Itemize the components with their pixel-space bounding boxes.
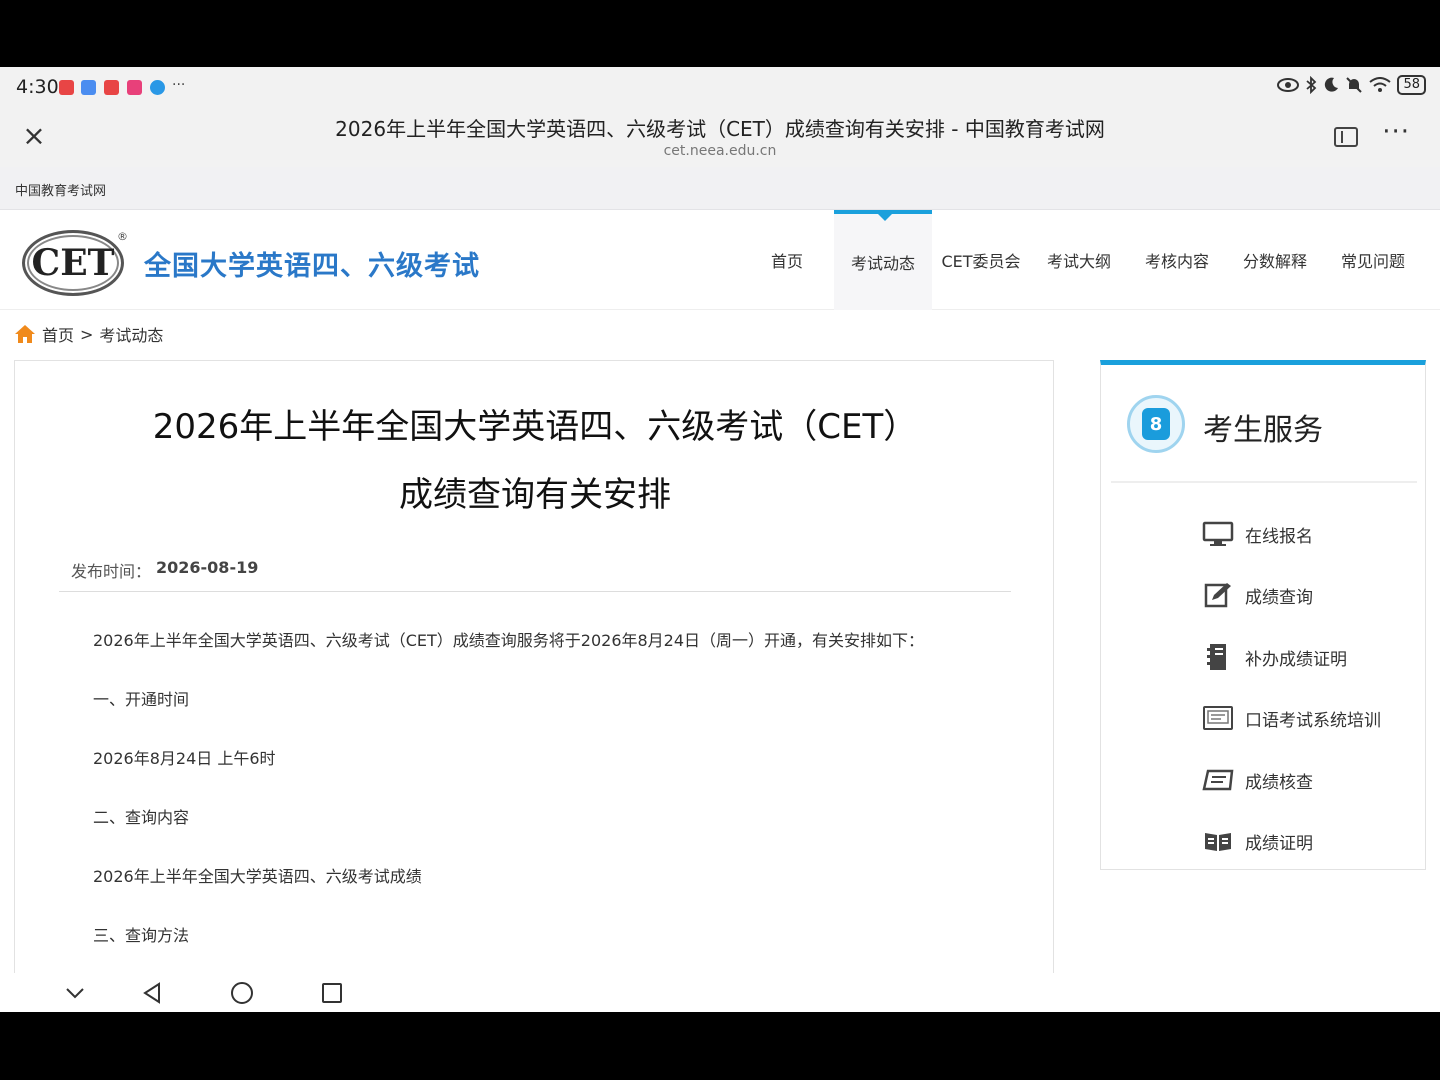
breadcrumb-home[interactable]: 首页 bbox=[42, 322, 74, 346]
browser-url[interactable]: cet.neea.edu.cn bbox=[0, 143, 1440, 159]
article-paragraph: 二、查询内容 bbox=[93, 808, 190, 827]
screen: 4:30 ··· 58 × 2026年上半年全国大学英语四、六级考试（CET）成… bbox=[0, 67, 1440, 1012]
document-icon bbox=[1201, 765, 1235, 795]
notification-icon bbox=[81, 80, 96, 95]
site-header: CET ® 全国大学英语四、六级考试 首页 考试动态 CET委员会 考试大纲 考… bbox=[0, 210, 1440, 310]
nav-item-exam-news[interactable]: 考试动态 bbox=[834, 210, 932, 310]
recents-square-icon bbox=[322, 983, 342, 1003]
more-notifications-icon: ··· bbox=[172, 77, 186, 93]
nav-item-faq[interactable]: 常见问题 bbox=[1324, 210, 1422, 310]
eye-icon bbox=[1277, 78, 1300, 92]
top-strip: 中国教育考试网 bbox=[0, 167, 1440, 210]
screen-icon bbox=[1201, 703, 1235, 733]
home-icon bbox=[15, 325, 35, 343]
mute-icon bbox=[1346, 77, 1363, 93]
chevron-down-icon bbox=[66, 988, 84, 999]
article-panel: 2026年上半年全国大学英语四、六级考试（CET） 成绩查询有关安排 发布时间：… bbox=[14, 360, 1054, 1012]
nav-item-score-explain[interactable]: 分数解释 bbox=[1226, 210, 1324, 310]
article-paragraph: 2026年上半年全国大学英语四、六级考试（CET）成绩查询服务将于2026年8月… bbox=[93, 631, 925, 650]
battery-icon: 58 bbox=[1397, 75, 1426, 95]
service-item-label: 补办成绩证明 bbox=[1245, 649, 1347, 670]
notification-icon bbox=[127, 80, 142, 95]
back-triangle-icon bbox=[143, 982, 160, 1004]
collapse-button[interactable] bbox=[60, 979, 90, 1007]
nav-item-home[interactable]: 首页 bbox=[740, 210, 834, 310]
service-item-label: 口语考试系统培训 bbox=[1245, 710, 1381, 731]
edit-icon bbox=[1201, 580, 1235, 610]
publish-label: 发布时间： bbox=[71, 562, 152, 581]
article-paragraph: 三、查询方法 bbox=[93, 926, 190, 945]
notification-icon bbox=[104, 80, 119, 95]
nav-item-content[interactable]: 考核内容 bbox=[1128, 210, 1226, 310]
browser-page-title: 2026年上半年全国大学英语四、六级考试（CET）成绩查询有关安排 - 中国教育… bbox=[335, 117, 1105, 141]
nav-item-committee[interactable]: CET委员会 bbox=[932, 210, 1030, 310]
home-circle-icon bbox=[231, 982, 253, 1004]
nav-item-syllabus[interactable]: 考试大纲 bbox=[1030, 210, 1128, 310]
cet-logo[interactable]: CET bbox=[22, 230, 124, 296]
sidebar-toggle-icon[interactable] bbox=[1334, 127, 1358, 147]
wifi-icon bbox=[1369, 77, 1392, 92]
service-divider bbox=[1111, 481, 1417, 483]
article-divider bbox=[59, 591, 1011, 592]
article-paragraph: 一、开通时间 bbox=[93, 690, 190, 709]
book-icon bbox=[1201, 826, 1235, 856]
service-item-label: 成绩核查 bbox=[1245, 772, 1313, 793]
publish-date: 2026-08-19 bbox=[156, 558, 259, 577]
bluetooth-icon bbox=[1306, 76, 1317, 94]
service-item-online-registration[interactable]: 在线报名 bbox=[1201, 517, 1313, 551]
service-item-oral-exam-training[interactable]: 口语考试系统培训 bbox=[1201, 701, 1381, 735]
status-bar: 4:30 ··· 58 bbox=[0, 67, 1440, 107]
registered-mark: ® bbox=[117, 230, 128, 243]
more-options-button[interactable]: ··· bbox=[1382, 117, 1410, 147]
notification-icon bbox=[59, 80, 74, 95]
breadcrumb: 首页 > 考试动态 bbox=[14, 322, 163, 346]
service-badge-icon: 8 bbox=[1127, 395, 1185, 453]
article-title-line2: 成绩查询有关安排 bbox=[399, 475, 671, 515]
service-item-score-query[interactable]: 成绩查询 bbox=[1201, 578, 1313, 612]
breadcrumb-current[interactable]: 考试动态 bbox=[99, 322, 163, 346]
article-paragraph: 2026年上半年全国大学英语四、六级考试成绩 bbox=[93, 867, 422, 886]
home-button[interactable] bbox=[227, 979, 257, 1007]
binder-icon bbox=[1201, 642, 1235, 672]
service-item-label: 成绩查询 bbox=[1245, 587, 1313, 608]
service-item-label: 成绩证明 bbox=[1245, 833, 1313, 854]
notification-icon bbox=[150, 80, 165, 95]
top-strip-link[interactable]: 中国教育考试网 bbox=[15, 180, 106, 199]
recents-button[interactable] bbox=[317, 979, 347, 1007]
status-time: 4:30 bbox=[16, 76, 59, 98]
breadcrumb-separator: > bbox=[80, 324, 94, 344]
status-icons: 58 bbox=[1277, 75, 1426, 95]
site-title[interactable]: 全国大学英语四、六级考试 bbox=[144, 244, 480, 283]
service-item-score-certificate[interactable]: 成绩证明 bbox=[1201, 824, 1313, 858]
service-item-label: 在线报名 bbox=[1245, 526, 1313, 547]
service-item-reissue-certificate[interactable]: 补办成绩证明 bbox=[1201, 640, 1347, 674]
service-title: 考生服务 bbox=[1203, 413, 1323, 448]
service-panel: 8 考生服务 在线报名 成绩查询 补办成绩证明 口语考试系统培训 成绩核查 成绩… bbox=[1100, 360, 1426, 870]
back-button[interactable] bbox=[137, 979, 167, 1007]
system-nav-bar bbox=[0, 973, 1440, 1012]
article-paragraph: 2026年8月24日 上午6时 bbox=[93, 749, 276, 768]
main-nav: 首页 考试动态 CET委员会 考试大纲 考核内容 分数解释 常见问题 bbox=[740, 210, 1422, 310]
moon-icon bbox=[1325, 77, 1339, 92]
article-title-line1: 2026年上半年全国大学英语四、六级考试（CET） bbox=[152, 407, 918, 447]
monitor-icon bbox=[1201, 519, 1235, 549]
browser-header: × 2026年上半年全国大学英语四、六级考试（CET）成绩查询有关安排 - 中国… bbox=[0, 107, 1440, 167]
service-item-score-verification[interactable]: 成绩核查 bbox=[1201, 763, 1313, 797]
